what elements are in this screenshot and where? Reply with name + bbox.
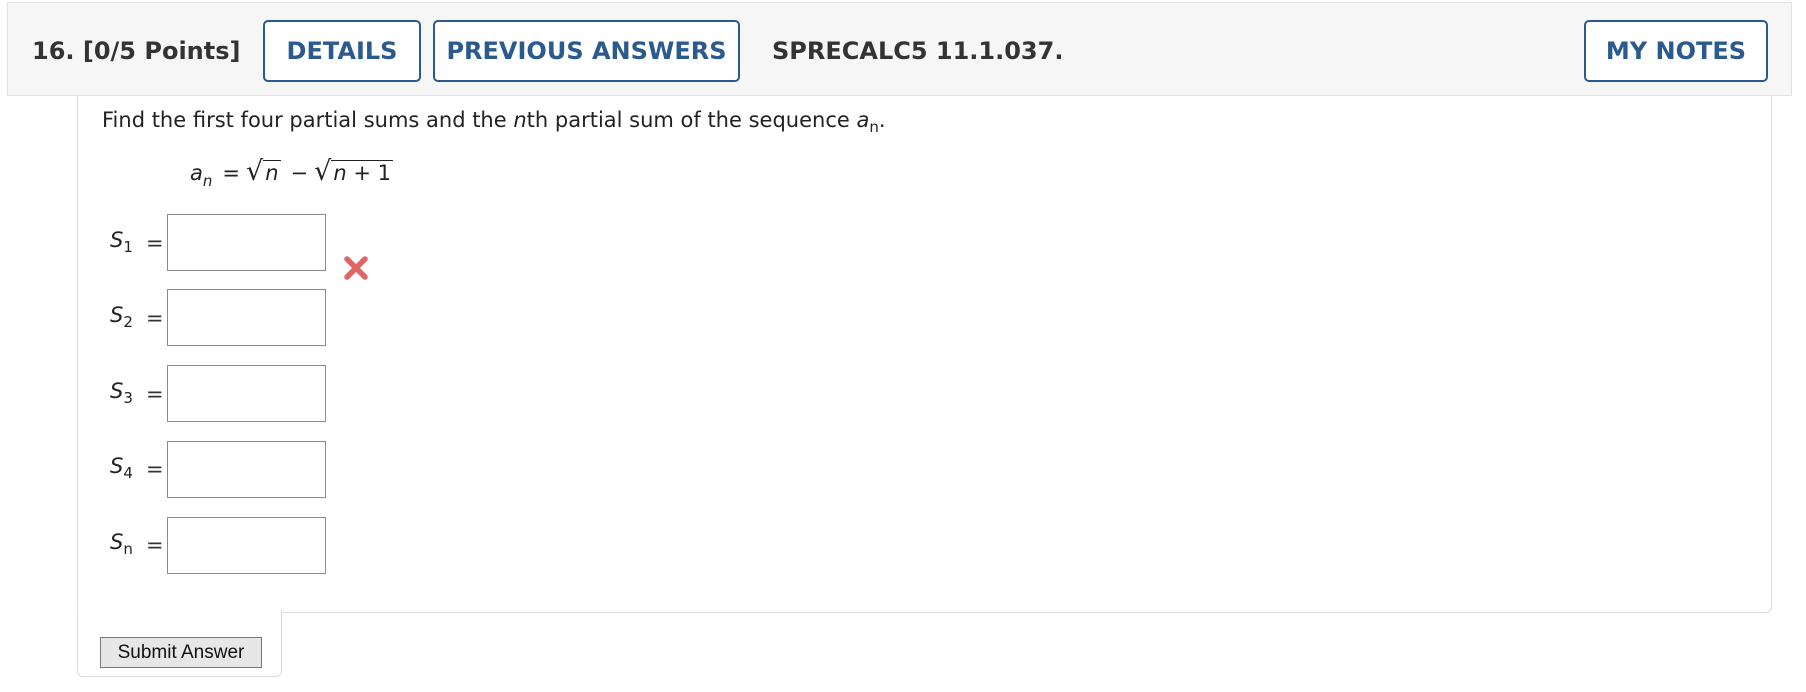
- s2-label: S2: [110, 303, 133, 331]
- s2-answer-input[interactable]: [167, 289, 326, 346]
- equals-sign: =: [146, 457, 164, 481]
- problem-code: SPRECALC5 11.1.037.: [772, 37, 1064, 65]
- s3-label: S3: [110, 379, 133, 407]
- details-button[interactable]: DETAILS: [263, 20, 421, 82]
- previous-answers-button[interactable]: PREVIOUS ANSWERS: [433, 20, 740, 82]
- my-notes-button[interactable]: MY NOTES: [1584, 20, 1768, 82]
- equals-sign: =: [146, 533, 164, 557]
- sn-answer-input[interactable]: [167, 517, 326, 574]
- equals-sign: =: [146, 306, 164, 330]
- s1-answer-input[interactable]: [167, 214, 326, 271]
- s3-answer-input[interactable]: [167, 365, 326, 422]
- sqrt-symbol: √: [246, 156, 264, 187]
- sn-label: Sn: [110, 530, 133, 558]
- equals-sign: =: [146, 382, 164, 406]
- s1-label: S1: [110, 228, 133, 256]
- s4-label: S4: [110, 454, 133, 482]
- sqrt-symbol: √: [314, 156, 332, 187]
- s4-answer-input[interactable]: [167, 441, 326, 498]
- question-prompt: Find the first four partial sums and the…: [102, 108, 886, 136]
- equals-sign: =: [146, 231, 164, 255]
- sequence-formula: an = √ n − √ n + 1: [190, 156, 393, 190]
- x-mark-icon: [344, 256, 368, 280]
- question-header: 16. [0/5 Points] DETAILS PREVIOUS ANSWER…: [7, 2, 1792, 96]
- question-number: 16. [0/5 Points]: [32, 37, 241, 65]
- submit-answer-button[interactable]: Submit Answer: [100, 637, 262, 668]
